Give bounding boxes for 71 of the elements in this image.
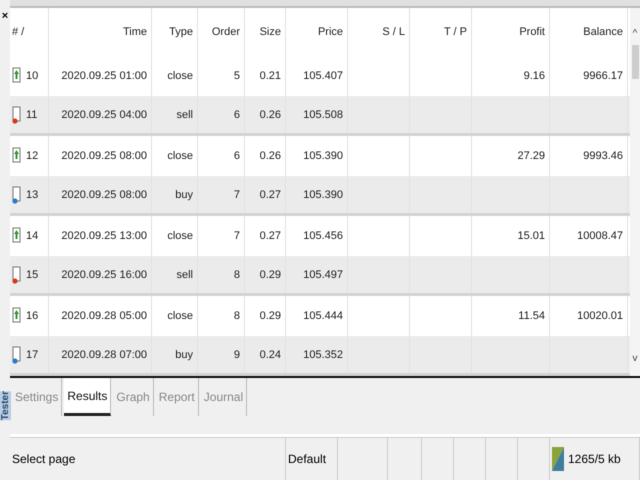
- table-cell: 105.390: [303, 188, 343, 200]
- table-cell: 14: [26, 230, 38, 242]
- table-cell: sell: [176, 268, 193, 280]
- table-cell: 10020.01: [577, 310, 623, 322]
- table-cell: 12: [26, 150, 38, 162]
- table-cell: 9993.46: [583, 150, 623, 162]
- table-cell: 9.16: [524, 70, 545, 82]
- table-cell: close: [167, 310, 193, 322]
- table-cell: 105.456: [303, 230, 343, 242]
- dot-document-icon: [12, 346, 22, 364]
- table-cell: 17: [26, 348, 38, 360]
- table-cell: 8: [234, 268, 240, 280]
- close-icon[interactable]: ×: [2, 10, 8, 22]
- table-cell: 2020.09.28 05:00: [61, 310, 147, 322]
- table-cell: 0.27: [260, 230, 281, 242]
- table-cell: 13: [26, 188, 38, 200]
- table-cell: 2020.09.25 08:00: [61, 188, 147, 200]
- table-cell: sell: [176, 108, 193, 120]
- table-cell: 5: [234, 70, 240, 82]
- table-cell: 15.01: [517, 230, 545, 242]
- table-cell: 11: [26, 108, 38, 120]
- table-cell: 6: [234, 108, 240, 120]
- table-cell: 105.497: [303, 268, 343, 280]
- dot-document-icon: [12, 106, 22, 124]
- scroll-up-arrow[interactable]: ^: [632, 28, 638, 39]
- panel-title: Tester: [0, 390, 10, 420]
- table-cell: 0.26: [260, 108, 281, 120]
- table-cell: 10: [26, 70, 38, 82]
- table-cell: 0.26: [260, 150, 281, 162]
- table-cell: 10008.47: [577, 230, 623, 242]
- status-text: Select page: [12, 452, 76, 466]
- table-cell: close: [167, 70, 193, 82]
- table-cell: 105.407: [303, 70, 343, 82]
- status-profile: Default: [288, 452, 326, 466]
- table-cell: 105.352: [303, 348, 343, 360]
- table-cell: 0.24: [260, 348, 281, 360]
- tab[interactable]: Results: [64, 378, 112, 416]
- table-cell: 0.29: [260, 310, 281, 322]
- connection-status-icon: [552, 447, 564, 471]
- table-cell: buy: [175, 188, 193, 200]
- table-cell: 0.27: [260, 188, 281, 200]
- vertical-scrollbar[interactable]: ^ v: [630, 8, 640, 376]
- table-cell: 105.390: [303, 150, 343, 162]
- table-cell: 2020.09.25 04:00: [61, 108, 147, 120]
- scroll-thumb[interactable]: [632, 45, 638, 79]
- table-cell: 105.444: [303, 310, 343, 322]
- memory-usage: 1265/5 kb: [568, 452, 621, 466]
- table-cell: 9: [234, 348, 240, 360]
- table-cell: 9966.17: [583, 70, 623, 82]
- table-cell: 11.54: [518, 310, 545, 322]
- table-cell: 7: [234, 230, 240, 242]
- table-cell: 6: [234, 150, 240, 162]
- table-cell: close: [167, 230, 193, 242]
- table-cell: 2020.09.25 01:00: [61, 70, 147, 82]
- dot-document-icon: [12, 266, 22, 284]
- table-cell: 7: [234, 188, 240, 200]
- dot-document-icon: [12, 186, 22, 204]
- table-cell: 2020.09.25 13:00: [61, 230, 147, 242]
- table-cell: 15: [26, 268, 38, 280]
- table-cell: 2020.09.28 07:00: [61, 348, 147, 360]
- table-cell: 8: [234, 310, 240, 322]
- table-cell: 0.29: [260, 268, 281, 280]
- table-cell: 16: [26, 310, 38, 322]
- table-cell: 0.21: [260, 70, 281, 82]
- table-cell: buy: [175, 348, 193, 360]
- table-cell: 27.29: [517, 150, 545, 162]
- table-cell: 105.508: [303, 108, 343, 120]
- table-cell: 2020.09.25 08:00: [61, 150, 147, 162]
- scroll-down-arrow[interactable]: v: [632, 353, 638, 364]
- table-cell: close: [167, 150, 193, 162]
- table-cell: 2020.09.25 16:00: [61, 268, 147, 280]
